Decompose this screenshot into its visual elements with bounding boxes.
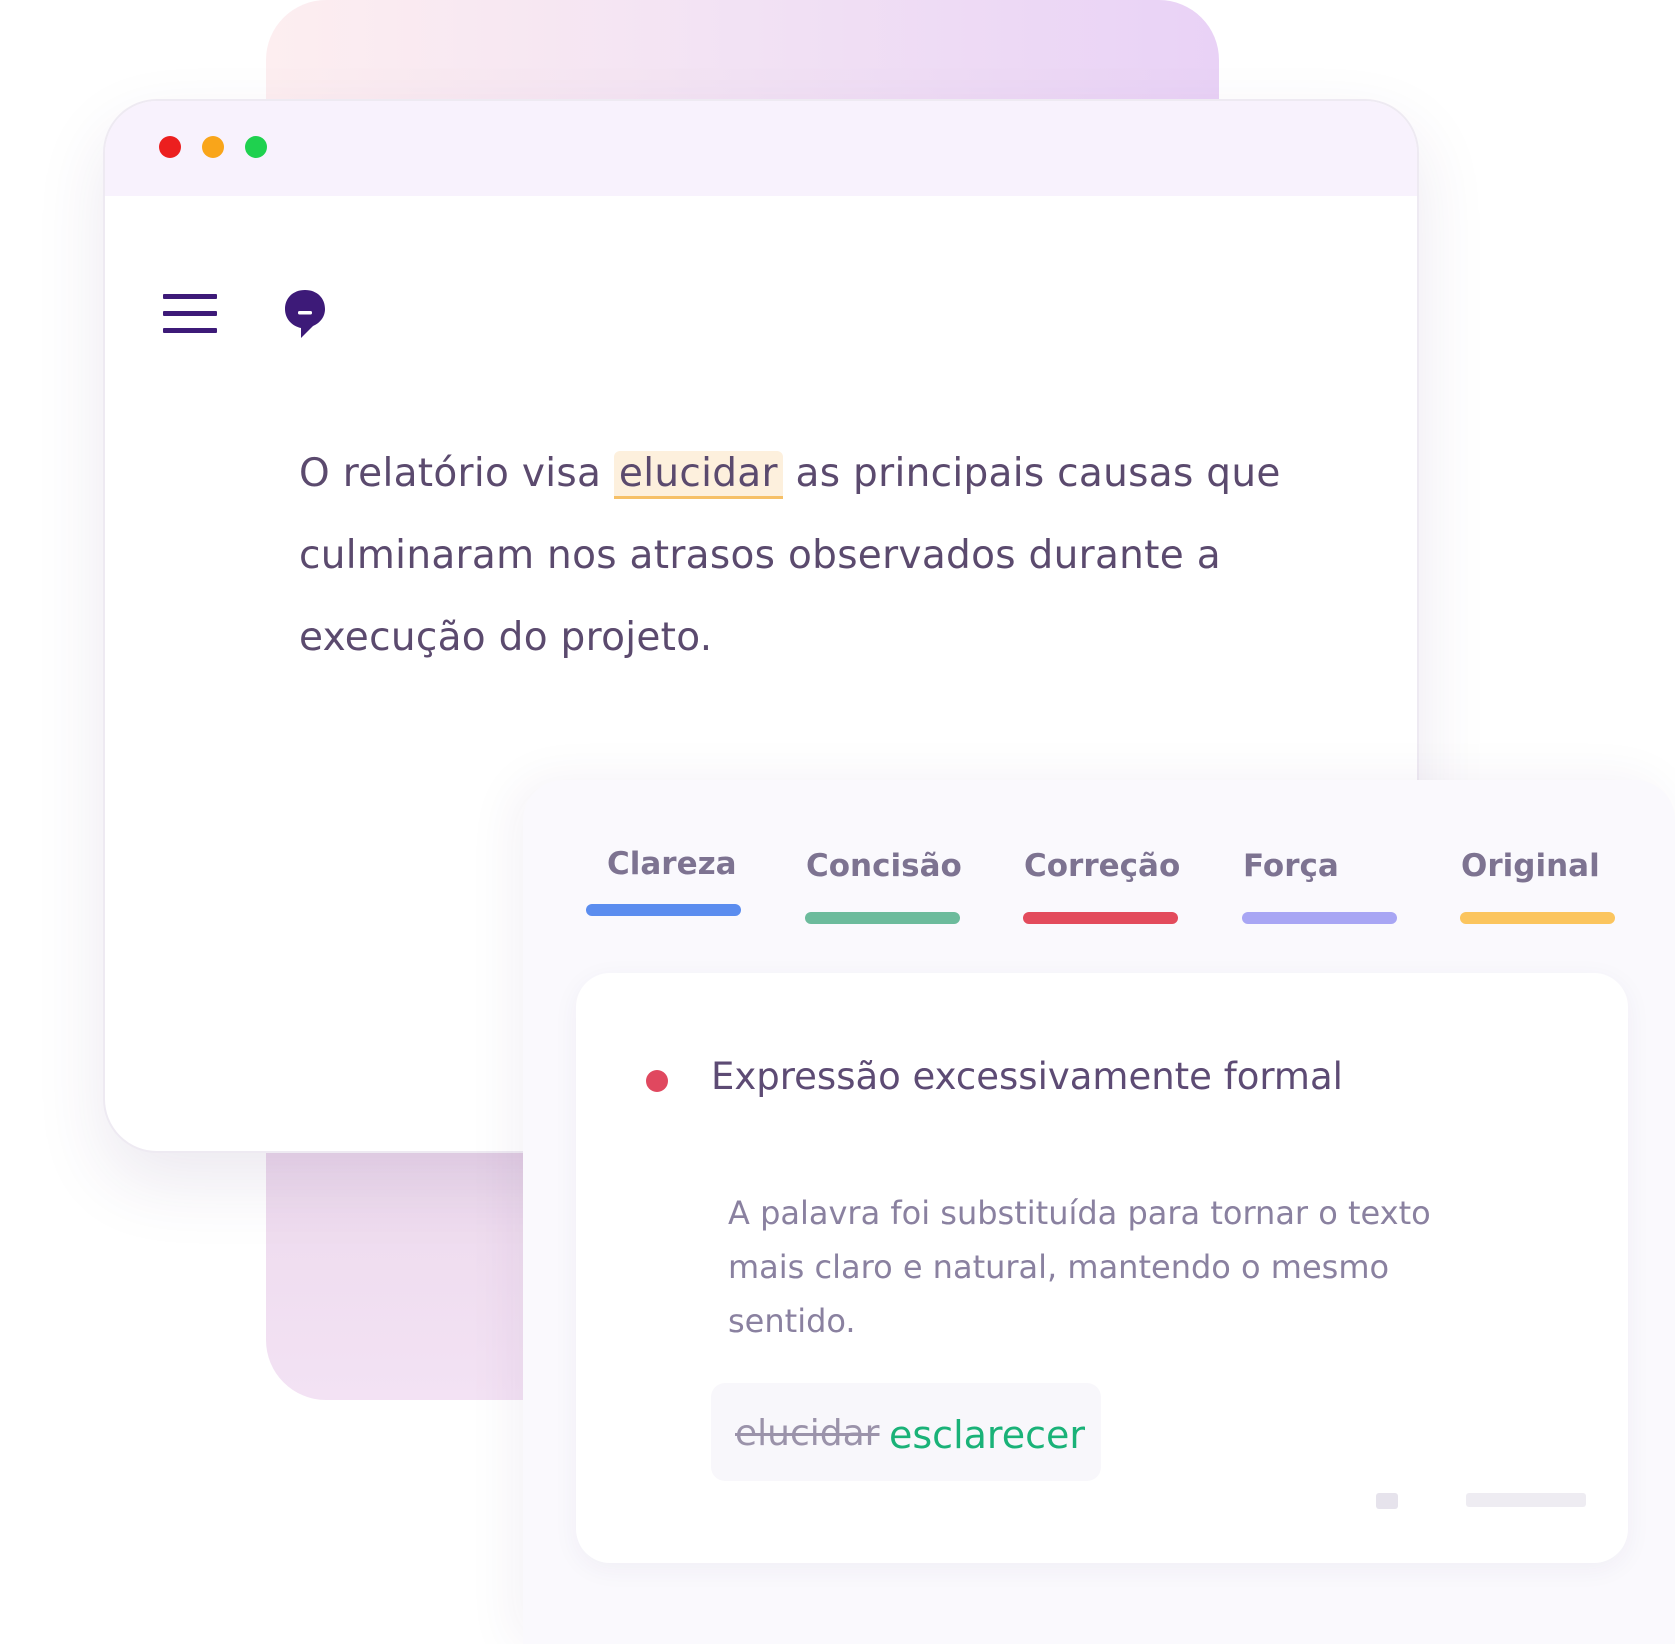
speech-bubble-logo-icon — [283, 288, 327, 340]
close-window-button[interactable] — [159, 136, 181, 158]
hamburger-menu-icon[interactable] — [163, 294, 217, 334]
highlighted-word[interactable]: elucidar — [613, 451, 783, 499]
tab-forca-indicator — [1242, 912, 1397, 924]
tab-forca[interactable]: Força — [1243, 848, 1339, 884]
faded-icon — [1376, 1493, 1398, 1509]
document-text[interactable]: O relatório visa elucidar as principais … — [299, 433, 1299, 679]
suggestion-title: Expressão excessivamente formal — [711, 1055, 1343, 1098]
minimize-window-button[interactable] — [202, 136, 224, 158]
suggestion-description: A palavra foi substituída para tornar o … — [728, 1194, 1431, 1340]
tab-concisao[interactable]: Concisão — [806, 848, 962, 884]
tab-original-indicator — [1460, 912, 1615, 924]
alert-dot-icon — [646, 1070, 668, 1092]
original-word: elucidar — [735, 1413, 880, 1454]
background-decoration-bottom — [266, 1120, 536, 1400]
tab-clareza[interactable]: Clareza — [607, 846, 737, 882]
faded-label — [1466, 1493, 1586, 1507]
tab-clareza-indicator — [586, 904, 741, 916]
window-titlebar — [105, 101, 1417, 196]
tab-concisao-indicator — [805, 912, 960, 924]
maximize-window-button[interactable] — [245, 136, 267, 158]
tab-correcao-indicator — [1023, 912, 1178, 924]
replacement-word: esclarecer — [889, 1413, 1085, 1457]
suggestions-panel: Clareza Concisão Correção Força Original… — [523, 780, 1675, 1644]
tab-correcao[interactable]: Correção — [1024, 848, 1180, 884]
suggestion-replacement-button[interactable]: elucidar esclarecer — [711, 1383, 1101, 1481]
tab-original[interactable]: Original — [1461, 848, 1600, 884]
text-before-highlight: O relatório visa — [299, 451, 614, 496]
faded-content — [1376, 1493, 1596, 1523]
suggestion-card: Expressão excessivamente formal A palavr… — [576, 973, 1628, 1563]
